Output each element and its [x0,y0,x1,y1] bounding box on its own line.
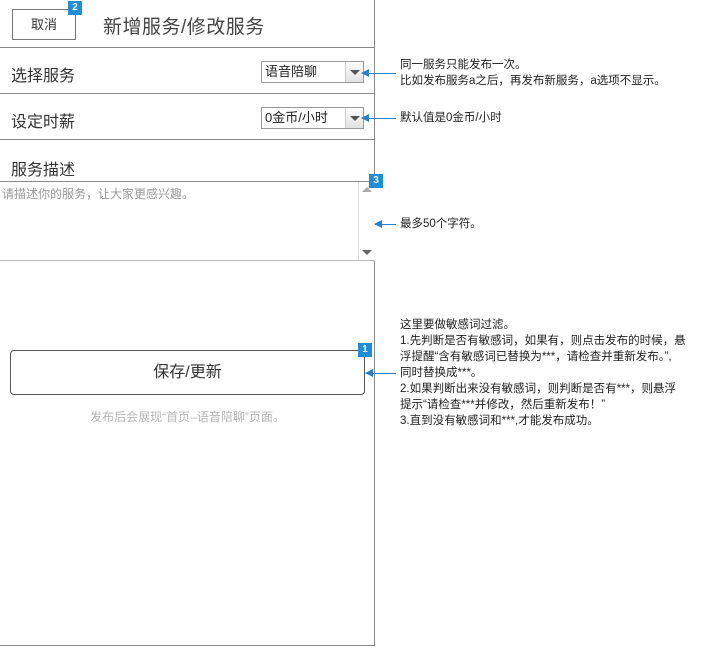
scroll-down-icon[interactable] [362,250,372,255]
textarea-scrollbar[interactable] [358,182,375,260]
header-bar: 取消 新增服务/修改服务 [0,0,375,48]
connector-arrow-service [361,69,396,77]
annotation-description: 最多50个字符。 [400,216,482,232]
annotation-line: 浮提醒“含有敏感词已替换为***，请检查并重新发布。”, [400,351,672,363]
publish-hint: 发布后会展现“首页–语音陪聊”页面。 [90,410,285,424]
annotation-badge-description: 3 [369,174,383,188]
annotation-line: 1.先判断是否有敏感词，如果有，则点击发布的时候，悬 [400,335,686,347]
annotation-rate: 默认值是0金币/小时 [400,110,502,126]
annotation-service: 同一服务只能发布一次。 比如发布服务a之后，再发布新服务，a选项不显示。 [400,57,666,89]
service-select[interactable]: 语音陪聊 [261,61,364,83]
annotation-line: 同一服务只能发布一次。 [400,59,527,71]
annotation-line: 默认值是0金币/小时 [400,112,502,124]
description-label: 服务描述 [11,162,76,179]
annotation-save: 这里要做敏感词过滤。 1.先判断是否有敏感词，如果有，则点击发布的时候，悬 浮提… [400,317,686,429]
connector-arrow-description [374,220,396,228]
cancel-button[interactable]: 取消 [12,9,76,40]
service-row: 选择服务 语音陪聊 [0,48,375,94]
annotation-line: 2.如果判断出来没有敏感词，则判断是否有***，则悬浮 [400,383,677,395]
description-textarea[interactable]: 请描述你的服务，让大家更感兴趣。 [0,181,375,261]
rate-select[interactable]: 0金币/小时 [261,107,364,129]
annotation-line: 最多50个字符。 [400,218,482,230]
connector-arrow-save [365,369,396,377]
annotation-line: 提示“请检查***并修改，然后重新发布！” [400,399,606,411]
annotation-badge-cancel: 2 [68,1,82,15]
rate-select-value: 0金币/小时 [265,110,328,125]
rate-row: 设定时薪 0金币/小时 [0,94,375,140]
annotation-line: 同时替换成***。 [400,367,483,379]
annotation-line: 3.直到没有敏感词和***,才能发布成功。 [400,415,599,427]
phone-frame: 取消 新增服务/修改服务 选择服务 语音陪聊 设定时薪 0金币/小时 服务描述 … [0,0,375,646]
annotation-line: 比如发布服务a之后，再发布新服务，a选项不显示。 [400,75,666,87]
service-select-value: 语音陪聊 [265,64,318,79]
service-label: 选择服务 [11,68,76,85]
description-placeholder: 请描述你的服务，让大家更感兴趣。 [2,187,195,201]
annotation-line: 这里要做敏感词过滤。 [400,319,515,331]
rate-label: 设定时薪 [11,114,76,131]
page-title: 新增服务/修改服务 [103,17,265,38]
connector-arrow-rate [361,114,396,122]
save-button[interactable]: 保存/更新 [10,350,365,395]
annotation-badge-save: 1 [358,343,372,357]
